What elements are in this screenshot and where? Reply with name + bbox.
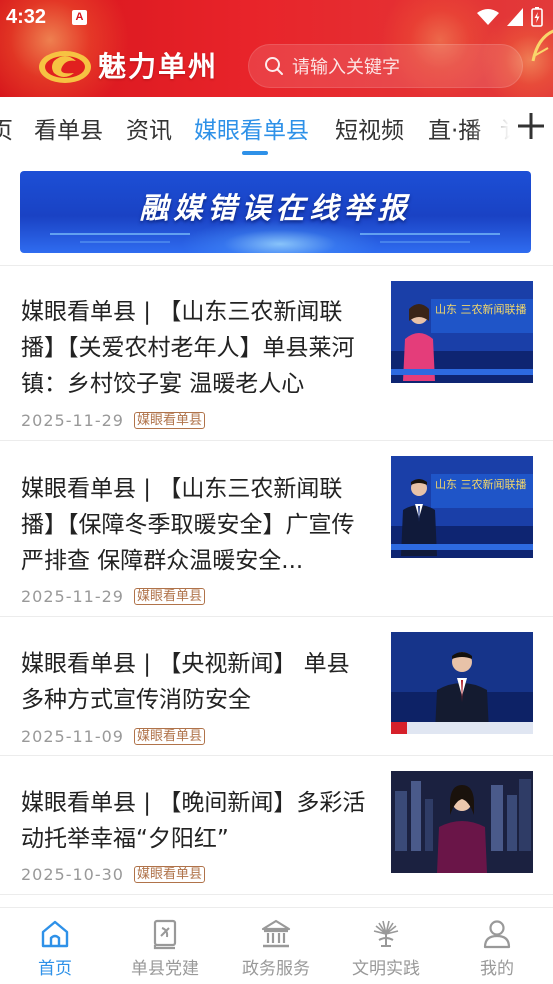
news-date: 2025-11-09	[21, 727, 124, 746]
nav-label: 我的	[480, 959, 514, 979]
search-placeholder: 请输入关键字	[292, 57, 400, 78]
banner-line	[360, 233, 500, 235]
banner-line	[380, 241, 470, 243]
banner-text: 融媒错误在线举报	[139, 191, 412, 225]
search-icon	[265, 57, 283, 75]
divider	[0, 894, 553, 895]
banner-line	[50, 233, 190, 235]
news-date: 2025-10-30	[21, 865, 124, 884]
status-bar: 4:32 A	[0, 0, 553, 36]
news-meta: 2025-11-29 媒眼看单县	[21, 411, 205, 430]
news-anchor-image	[391, 632, 533, 734]
cellular-signal-icon	[507, 8, 523, 26]
news-tag: 媒眼看单县	[133, 412, 205, 429]
news-meta: 2025-10-30 媒眼看单县	[21, 865, 205, 884]
news-item[interactable]: 媒眼看单县 | 【山东三农新闻联播】【保障冬季取暖安全】广宣传严排查 保障群众温…	[0, 441, 553, 616]
nav-home[interactable]: 首页	[0, 908, 110, 984]
news-anchor-image: 山东 三农新闻联播	[391, 456, 533, 558]
news-anchor-image: 山东 三农新闻联播	[391, 281, 533, 383]
news-thumbnail[interactable]	[391, 632, 533, 734]
app-header: 4:32 A 魅力单州 请输入关键字	[0, 0, 553, 97]
status-indicators	[477, 7, 543, 27]
bottom-navigation: 首页 单县党建 政务服务 文明实践 我的	[0, 907, 553, 984]
news-anchor-image	[391, 771, 533, 873]
news-thumbnail[interactable]: 山东 三农新闻联播	[391, 456, 533, 558]
tab-fade	[470, 97, 520, 159]
nav-label: 文明实践	[352, 959, 420, 979]
search-bar[interactable]: 请输入关键字	[248, 44, 523, 88]
news-tag: 媒眼看单县	[133, 866, 205, 883]
news-thumbnail[interactable]: 山东 三农新闻联播	[391, 281, 533, 383]
tab-news[interactable]: 资讯	[126, 111, 172, 145]
news-title[interactable]: 媒眼看单县 | 【央视新闻】 单县多种方式宣传消防安全	[21, 646, 371, 718]
news-item[interactable]: 媒眼看单县 | 【山东三农新闻联播】【关爱农村老年人】单县莱河镇：乡村饺子宴 温…	[0, 266, 553, 440]
nav-government-services[interactable]: 政务服务	[221, 908, 331, 984]
home-icon	[41, 920, 69, 948]
thumbnail-caption: 山东 三农新闻联播	[435, 302, 527, 316]
news-thumbnail[interactable]	[391, 771, 533, 873]
add-tab-icon[interactable]	[514, 109, 548, 143]
nav-profile[interactable]: 我的	[442, 908, 552, 984]
news-tag: 媒眼看单县	[133, 728, 205, 745]
battery-charging-icon	[531, 7, 543, 27]
thumbnail-caption: 山东 三农新闻联播	[435, 477, 527, 491]
news-tag: 媒眼看单县	[133, 588, 205, 605]
nav-label: 首页	[38, 959, 72, 979]
decoration-icon	[531, 29, 553, 62]
government-building-icon	[261, 919, 291, 948]
news-meta: 2025-11-09 媒眼看单县	[21, 727, 205, 746]
nav-label: 政务服务	[242, 959, 310, 979]
news-title[interactable]: 媒眼看单县 | 【山东三农新闻联播】【关爱农村老年人】单县莱河镇：乡村饺子宴 温…	[21, 294, 371, 402]
news-item[interactable]: 媒眼看单县 | 【晚间新闻】多彩活动托举幸福“夕阳红” 2025-10-30 媒…	[0, 756, 553, 894]
tab-media-eye[interactable]: 媒眼看单县	[194, 111, 309, 145]
report-banner[interactable]: 融媒错误在线举报	[20, 171, 531, 253]
tab-home[interactable]: 页	[0, 111, 13, 145]
news-meta: 2025-11-29 媒眼看单县	[21, 587, 205, 606]
app-title: 魅力单州	[98, 50, 219, 83]
status-time: 4:32	[6, 6, 47, 28]
party-book-icon	[153, 919, 177, 950]
notification-app-icon: A	[72, 10, 87, 25]
nav-civilization-practice[interactable]: 文明实践	[331, 908, 441, 984]
app-logo-icon	[39, 51, 91, 83]
profile-icon	[483, 920, 511, 949]
news-date: 2025-11-29	[21, 411, 124, 430]
tab-watch-shanxian[interactable]: 看单县	[34, 111, 103, 145]
nav-party-building[interactable]: 单县党建	[110, 908, 220, 984]
banner-line	[80, 241, 170, 243]
news-title[interactable]: 媒眼看单县 | 【晚间新闻】多彩活动托举幸福“夕阳红”	[21, 785, 371, 857]
active-tab-indicator	[242, 151, 268, 155]
news-date: 2025-11-29	[21, 587, 124, 606]
civilization-emblem-icon	[373, 920, 399, 947]
tab-short-video[interactable]: 短视频	[335, 111, 404, 145]
news-title[interactable]: 媒眼看单县 | 【山东三农新闻联播】【保障冬季取暖安全】广宣传严排查 保障群众温…	[21, 471, 371, 579]
wifi-icon	[477, 9, 499, 25]
news-item[interactable]: 媒眼看单县 | 【央视新闻】 单县多种方式宣传消防安全 2025-11-09 媒…	[0, 617, 553, 755]
category-tabs: 页 看单县 资讯 媒眼看单县 短视频 直·播 讠	[0, 97, 553, 159]
app-logo[interactable]: 魅力单州	[36, 40, 218, 90]
nav-label: 单县党建	[131, 959, 199, 979]
